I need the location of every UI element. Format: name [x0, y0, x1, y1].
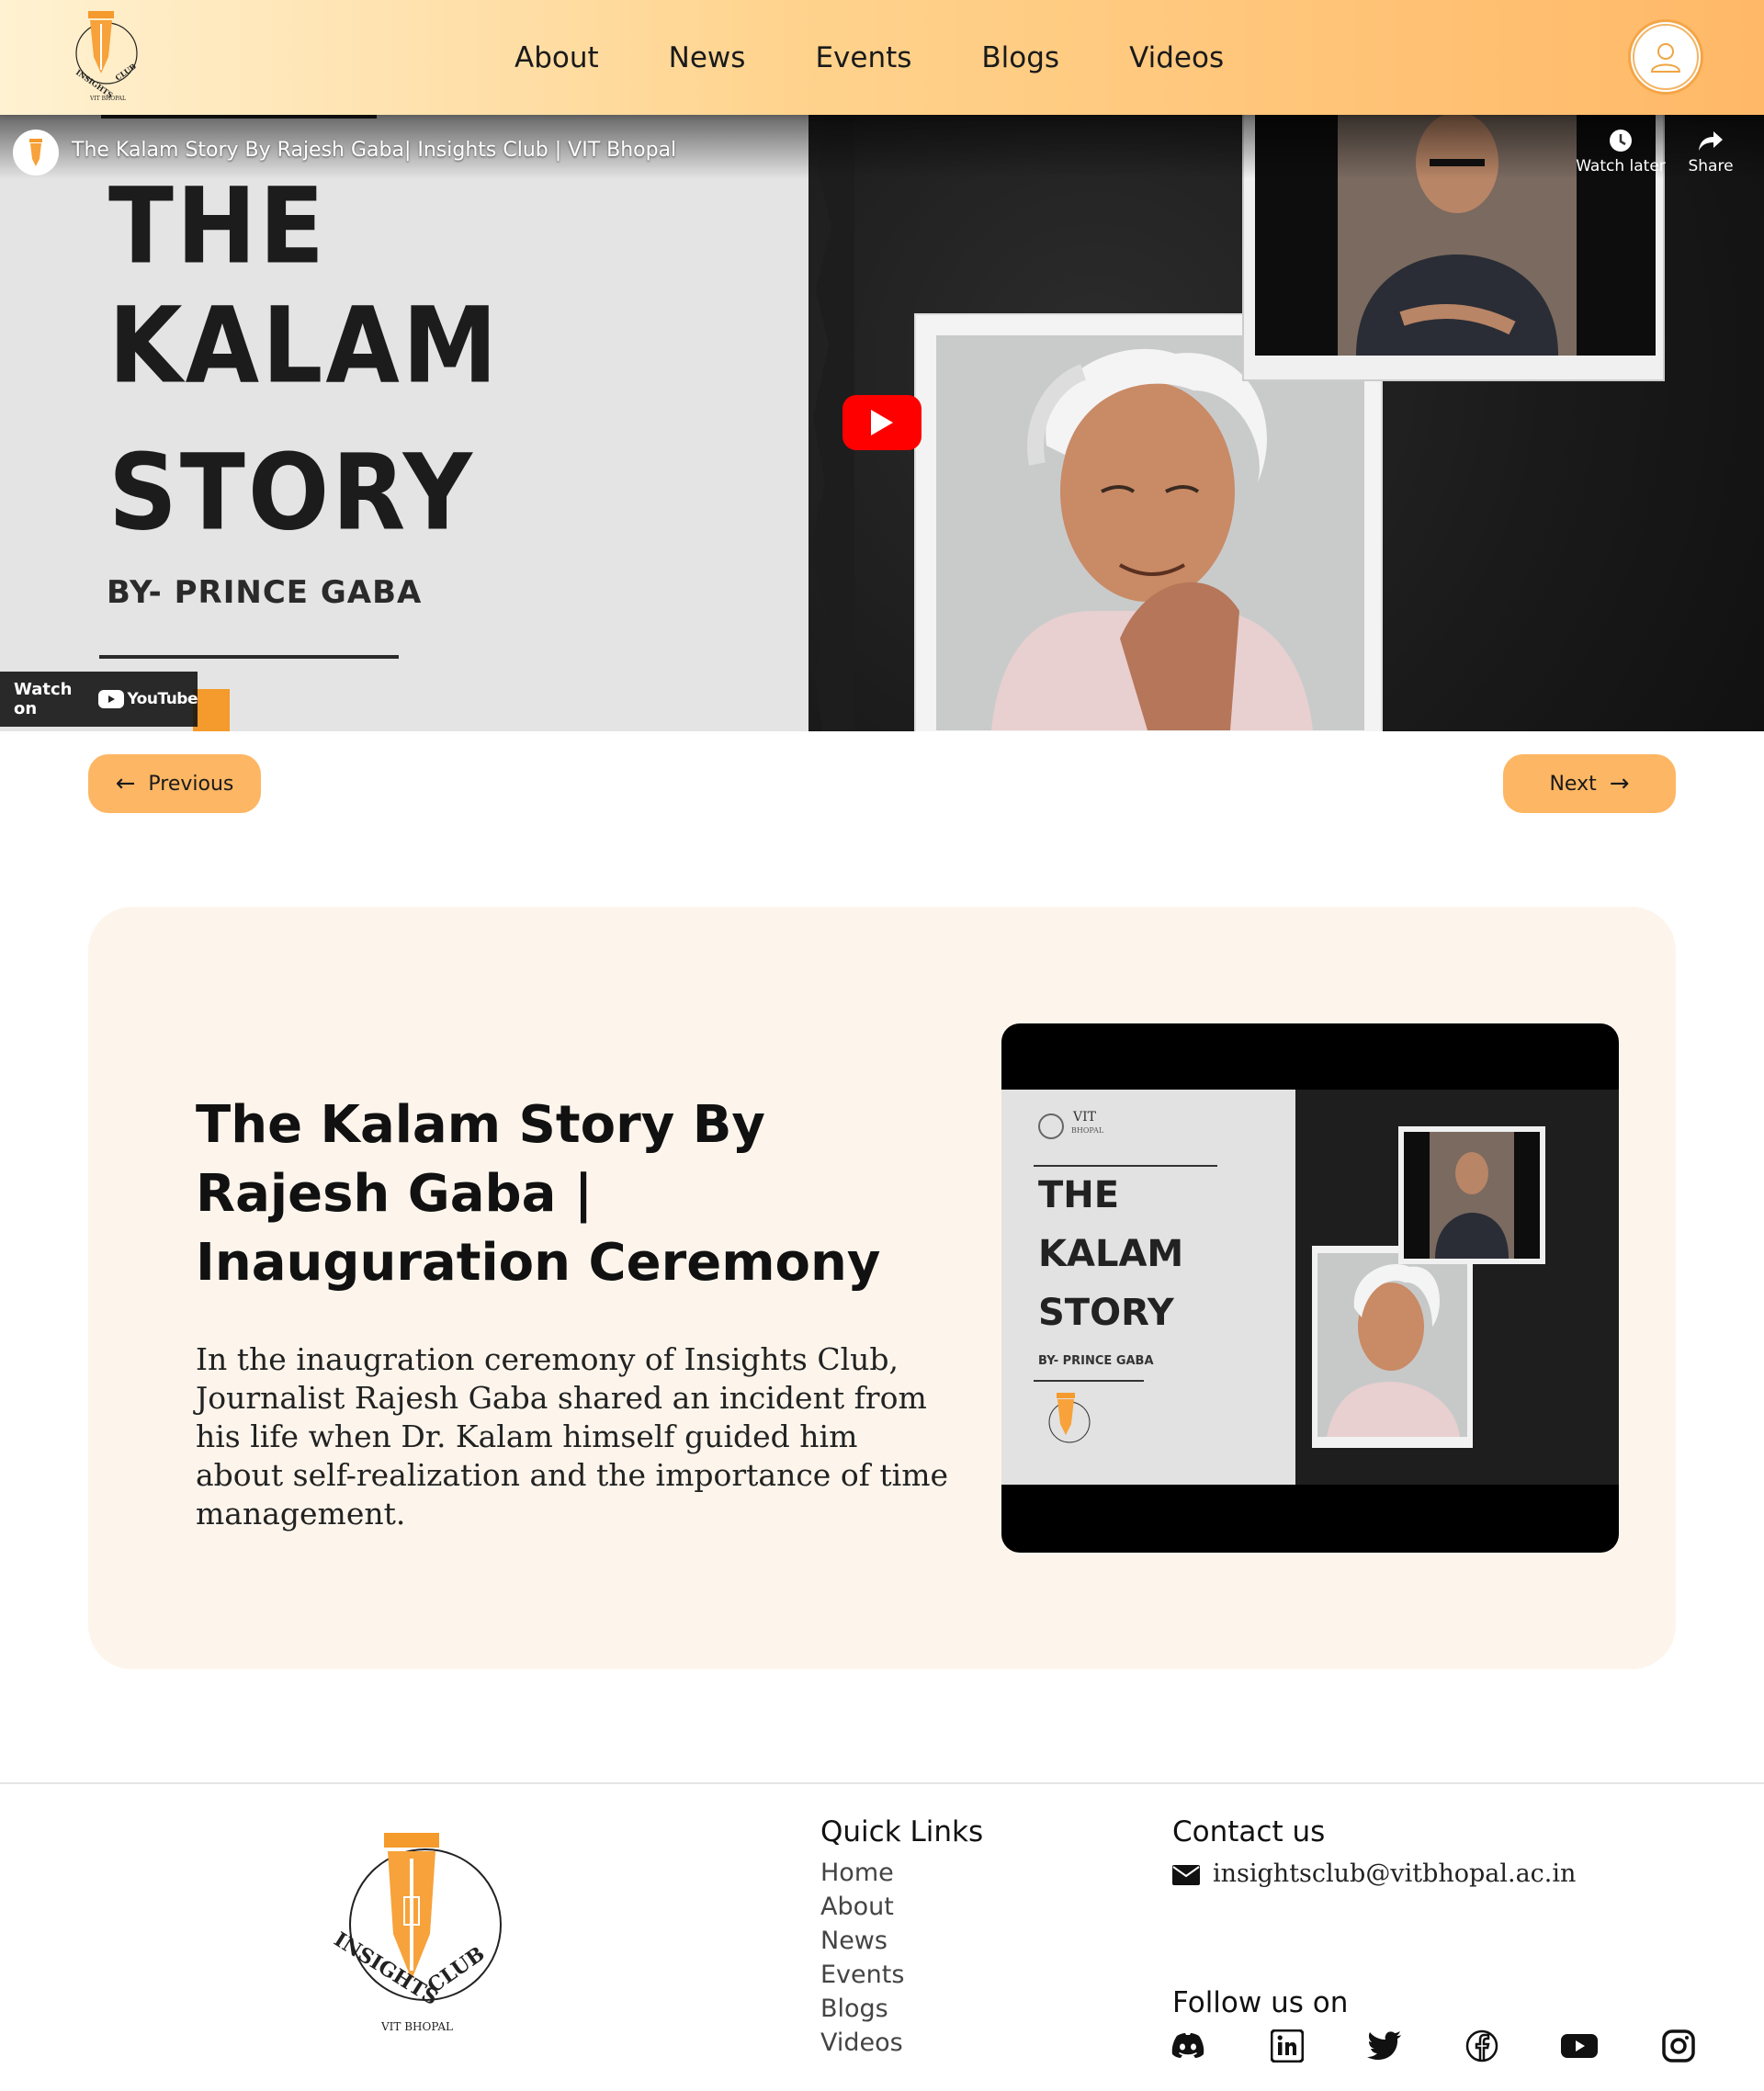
vit-emblem-icon: [1038, 1113, 1064, 1139]
twitter-icon[interactable]: [1365, 2027, 1404, 2065]
next-button[interactable]: Next →: [1503, 754, 1676, 813]
contact-email[interactable]: insightsclub@vitbhopal.ac.in: [1213, 1859, 1576, 1888]
next-label: Next: [1549, 772, 1597, 796]
logo-fragment: [193, 689, 230, 731]
thumb-kalam-frame: [1312, 1246, 1473, 1448]
watch-later-button[interactable]: Watch later: [1575, 128, 1667, 175]
mail-icon: [1172, 1865, 1200, 1885]
insights-club-logo[interactable]: INSIGHTS CLUB VIT BHOPAL: [66, 6, 143, 103]
youtube-wordmark: YouTube: [127, 690, 198, 708]
play-button[interactable]: [842, 395, 922, 450]
main-nav: About News Events Blogs Videos: [514, 0, 1294, 115]
nav-news[interactable]: News: [669, 41, 746, 74]
facebook-icon[interactable]: [1463, 2027, 1501, 2065]
video-thumbnail[interactable]: VIT BHOPAL THE KALAM STORY BY- PRINCE GA…: [1001, 1023, 1619, 1553]
thumb-rajesh-frame: [1398, 1126, 1545, 1264]
watch-later-label: Watch later: [1576, 157, 1666, 175]
instagram-icon[interactable]: [1659, 2027, 1698, 2065]
footer-link-home[interactable]: Home: [820, 1859, 894, 1887]
footer-logo[interactable]: INSIGHTS CLUB VIT BHOPAL: [331, 1833, 505, 2040]
thumb-line-2: KALAM: [1038, 1233, 1184, 1275]
footer-link-news[interactable]: News: [820, 1927, 888, 1955]
youtube-logo: YouTube: [98, 690, 198, 708]
arrow-right-icon: →: [1609, 770, 1630, 797]
share-button[interactable]: Share: [1665, 128, 1757, 175]
thumb-vit-sub: BHOPAL: [1071, 1126, 1104, 1135]
youtube-icon[interactable]: [1560, 2027, 1599, 2065]
footer-divider: [0, 1782, 1764, 1784]
thumbnail-left-panel: VIT BHOPAL THE KALAM STORY BY- PRINCE GA…: [1001, 1090, 1314, 1485]
watch-on-youtube-button[interactable]: Watch on YouTube: [0, 672, 198, 727]
youtube-embed[interactable]: THE KALAM STORY BY- PRINCE GABA The Kala…: [0, 115, 1764, 731]
video-thumb-line-1: THE: [108, 164, 328, 288]
card-description: In the inaugration ceremony of Insights …: [196, 1341, 949, 1532]
thumb-line-3: STORY: [1038, 1292, 1174, 1334]
channel-avatar[interactable]: [13, 130, 59, 175]
previous-label: Previous: [148, 772, 234, 796]
share-label: Share: [1688, 157, 1734, 175]
arrow-left-icon: ←: [115, 770, 136, 797]
nav-videos[interactable]: Videos: [1129, 41, 1224, 74]
svg-text:VIT BHOPAL: VIT BHOPAL: [89, 96, 126, 102]
svg-text:VIT BHOPAL: VIT BHOPAL: [380, 2020, 453, 2033]
video-thumb-line-3: STORY: [108, 430, 475, 555]
thumbnail-right-panel: [1295, 1090, 1619, 1485]
video-thumbnail-left: THE KALAM STORY BY- PRINCE GABA: [0, 115, 845, 731]
clock-icon: [1610, 130, 1632, 152]
footer-link-videos[interactable]: Videos: [820, 2029, 903, 2057]
footer-link-about[interactable]: About: [820, 1893, 894, 1921]
youtube-play-icon: [98, 690, 125, 708]
profile-button[interactable]: [1628, 19, 1703, 95]
card-title: The Kalam Story By Rajesh Gaba | Inaugur…: [196, 1095, 881, 1293]
nav-blogs[interactable]: Blogs: [981, 41, 1059, 74]
footer-link-events[interactable]: Events: [820, 1961, 904, 1989]
video-thumb-line-2: KALAM: [108, 283, 501, 408]
nav-about[interactable]: About: [514, 41, 599, 74]
kalam-portrait: [936, 335, 1364, 730]
thumb-by: BY- PRINCE GABA: [1038, 1354, 1154, 1368]
play-icon: [871, 410, 893, 435]
top-navbar: INSIGHTS CLUB VIT BHOPAL About News Even…: [0, 0, 1764, 115]
share-icon: [1699, 131, 1723, 151]
nav-events[interactable]: Events: [815, 41, 911, 74]
svg-text:CLUB: CLUB: [424, 1942, 490, 1998]
previous-button[interactable]: ← Previous: [88, 754, 261, 813]
video-thumb-by: BY- PRINCE GABA: [107, 574, 423, 611]
discord-icon[interactable]: [1169, 2027, 1207, 2065]
svg-text:CLUB: CLUB: [113, 62, 138, 83]
thumb-club-logo: [1048, 1393, 1091, 1443]
video-info-card: The Kalam Story By Rajesh Gaba | Inaugur…: [88, 907, 1676, 1669]
thumb-line-1: THE: [1038, 1174, 1120, 1216]
follow-title: Follow us on: [1172, 1986, 1349, 2019]
watch-on-label: Watch on: [14, 680, 73, 718]
contact-title: Contact us: [1172, 1815, 1326, 1848]
quick-links-title: Quick Links: [820, 1815, 984, 1848]
thumb-vit-text: VIT: [1073, 1110, 1096, 1125]
video-title[interactable]: The Kalam Story By Rajesh Gaba| Insights…: [72, 139, 676, 162]
user-icon: [1633, 24, 1699, 90]
linkedin-icon[interactable]: [1268, 2027, 1306, 2065]
footer-link-blogs[interactable]: Blogs: [820, 1995, 888, 2023]
